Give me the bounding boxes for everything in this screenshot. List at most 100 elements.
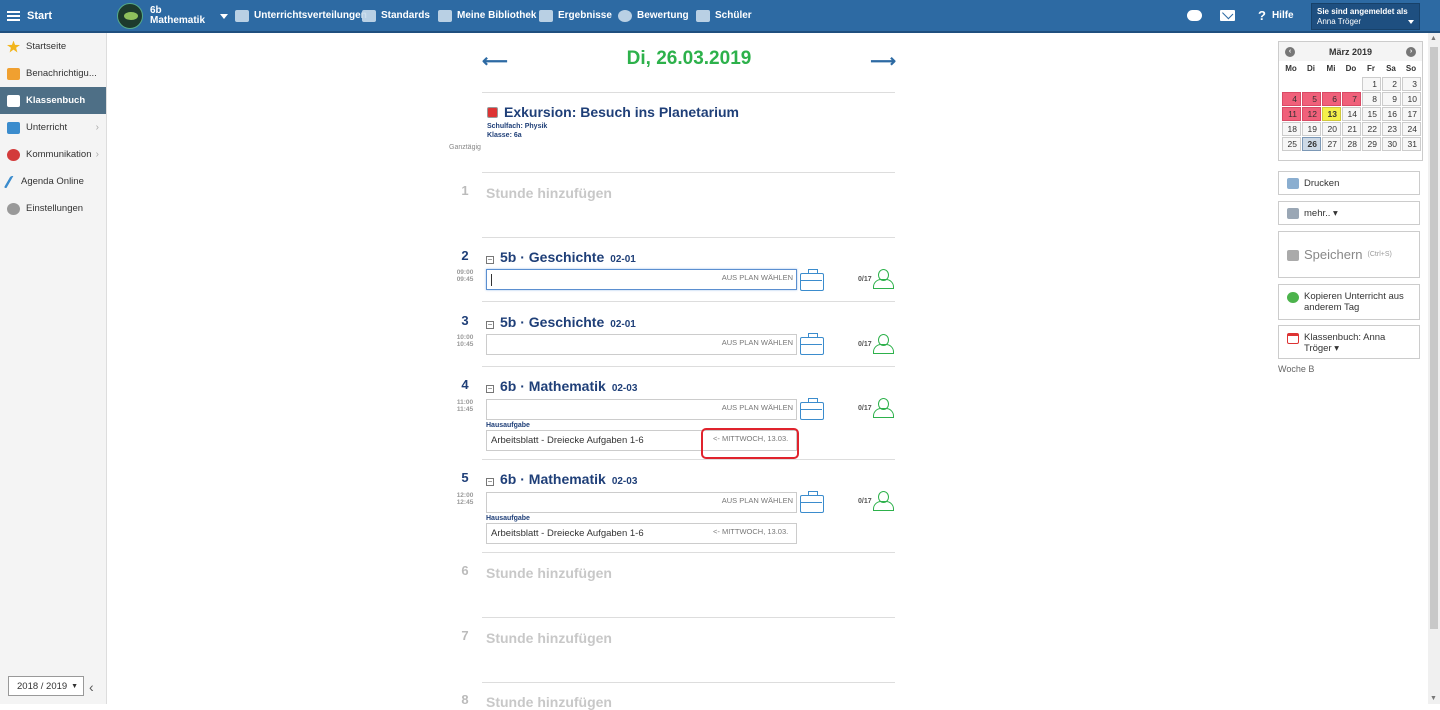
choose-from-plan-link[interactable]: AUS PLAN WÄHLEN (722, 496, 793, 505)
calendar-day[interactable]: 11 (1282, 107, 1301, 121)
lesson-topic-input[interactable]: AUS PLAN WÄHLEN (486, 492, 797, 513)
students-icon[interactable] (872, 398, 895, 418)
user-menu[interactable]: Sie sind angemeldet als Anna Tröger (1311, 3, 1420, 30)
briefcase-icon[interactable] (800, 398, 824, 420)
students-icon[interactable] (872, 269, 895, 289)
calendar-day[interactable]: 25 (1282, 137, 1301, 151)
scroll-up-icon[interactable]: ▲ (1430, 35, 1437, 42)
add-lesson-link[interactable]: Stunde hinzufügen (486, 185, 612, 201)
calendar-day[interactable]: 27 (1322, 137, 1341, 151)
calendar-day[interactable]: 14 (1342, 107, 1361, 121)
calendar-day[interactable]: 29 (1362, 137, 1381, 151)
add-lesson-link[interactable]: Stunde hinzufügen (486, 694, 612, 710)
calendar-day[interactable]: 21 (1342, 122, 1361, 136)
collapse-sidebar-icon[interactable]: ‹ (89, 679, 94, 695)
nav-schueler[interactable]: Schüler (696, 0, 752, 31)
calendar-day[interactable]: 18 (1282, 122, 1301, 136)
class-selector[interactable]: 6b Mathematik (117, 3, 229, 29)
sidebar-item-kommunikation[interactable]: Kommunikation › (0, 141, 106, 168)
calendar-day[interactable]: 15 (1362, 107, 1381, 121)
nav-ergebnisse[interactable]: Ergebnisse (539, 0, 612, 31)
collapse-toggle-icon[interactable]: − (486, 385, 494, 393)
choose-from-plan-link[interactable]: AUS PLAN WÄHLEN (722, 273, 793, 282)
calendar-day[interactable]: 2 (1382, 77, 1401, 91)
calendar-day[interactable]: 30 (1382, 137, 1401, 151)
printer-icon (1287, 178, 1299, 189)
calendar-day[interactable]: 16 (1382, 107, 1401, 121)
calendar-day[interactable]: 12 (1302, 107, 1321, 121)
add-lesson-link[interactable]: Stunde hinzufügen (486, 630, 612, 646)
scrollbar[interactable]: ▲ ▼ (1428, 33, 1440, 704)
scrollbar-thumb[interactable] (1430, 47, 1438, 629)
sidebar-item-agenda-online[interactable]: Agenda Online (0, 168, 106, 195)
calendar-day[interactable]: 1 (1362, 77, 1381, 91)
calendar-day[interactable]: 6 (1322, 92, 1341, 106)
start-menu-button[interactable]: Start (0, 0, 107, 31)
calendar-day[interactable]: 13 (1322, 107, 1341, 121)
add-lesson-link[interactable]: Stunde hinzufügen (486, 565, 612, 581)
messages-button[interactable] (1187, 0, 1202, 31)
calendar-day[interactable]: 19 (1302, 122, 1321, 136)
copy-lesson-button[interactable]: Kopieren Unterricht aus anderem Tag (1278, 284, 1420, 320)
calendar-day[interactable]: 8 (1362, 92, 1381, 106)
calendar-day[interactable]: 4 (1282, 92, 1301, 106)
sidebar-item-unterricht[interactable]: Unterricht › (0, 114, 106, 141)
nav-unterrichtsverteilungen[interactable]: Unterrichtsverteilungen (235, 0, 367, 31)
lesson-topic-input[interactable]: AUS PLAN WÄHLEN (486, 334, 797, 355)
lesson-title[interactable]: −6b · Mathematik 02-03 (486, 471, 637, 487)
homework-input[interactable]: Arbeitsblatt - Dreiecke Aufgaben 1-6 <- M… (486, 523, 797, 544)
collapse-toggle-icon[interactable]: − (486, 478, 494, 486)
lesson-title[interactable]: −5b · Geschichte 02-01 (486, 314, 636, 330)
next-month-icon[interactable]: › (1406, 47, 1416, 57)
students-icon[interactable] (872, 491, 895, 511)
calendar-day[interactable]: 22 (1362, 122, 1381, 136)
calendar-day[interactable]: 31 (1402, 137, 1421, 151)
excursion-entry[interactable]: Exkursion: Besuch ins Planetarium Schulf… (487, 104, 739, 140)
nav-standards[interactable]: Standards (362, 0, 430, 31)
classbook-owner-button[interactable]: Klassenbuch: Anna Tröger ▾ (1278, 325, 1420, 359)
choose-from-plan-link[interactable]: AUS PLAN WÄHLEN (722, 403, 793, 412)
briefcase-icon[interactable] (800, 269, 824, 291)
nav-bewertung[interactable]: Bewertung (618, 0, 689, 31)
chevron-right-icon: › (95, 122, 99, 133)
calendar-day[interactable]: 9 (1382, 92, 1401, 106)
sidebar-item-startseite[interactable]: Startseite (0, 33, 106, 60)
next-day-arrow-icon[interactable]: ⟶ (870, 51, 896, 72)
print-button[interactable]: Drucken (1278, 171, 1420, 195)
save-button[interactable]: Speichern (Ctrl+S) (1278, 231, 1420, 278)
school-year-select[interactable]: 2018 / 2019 ▼ (8, 676, 84, 696)
briefcase-icon[interactable] (800, 491, 824, 513)
students-icon[interactable] (872, 334, 895, 354)
help-button[interactable]: ? Hilfe (1258, 0, 1294, 31)
calendar-icon (1287, 333, 1299, 344)
sidebar-item-benachrichtigungen[interactable]: Benachrichtigu... (0, 60, 106, 87)
calendar-month: März 2019 (1328, 46, 1373, 57)
calendar-day[interactable]: 26 (1302, 137, 1321, 151)
calendar-day[interactable]: 3 (1402, 77, 1421, 91)
previous-month-icon[interactable]: ‹ (1285, 47, 1295, 57)
calendar-day[interactable]: 23 (1382, 122, 1401, 136)
lesson-topic-input[interactable]: AUS PLAN WÄHLEN (486, 269, 797, 290)
mail-button[interactable] (1220, 0, 1235, 31)
choose-from-plan-link[interactable]: AUS PLAN WÄHLEN (722, 338, 793, 347)
calendar-day[interactable]: 7 (1342, 92, 1361, 106)
calendar-day[interactable]: 20 (1322, 122, 1341, 136)
lesson-topic-input[interactable]: AUS PLAN WÄHLEN (486, 399, 797, 420)
collapse-toggle-icon[interactable]: − (486, 256, 494, 264)
scroll-down-icon[interactable]: ▼ (1430, 695, 1437, 702)
sidebar-item-klassenbuch[interactable]: Klassenbuch (0, 87, 106, 114)
calendar-day[interactable]: 24 (1402, 122, 1421, 136)
lesson-title[interactable]: −5b · Geschichte 02-01 (486, 249, 636, 265)
sidebar-item-einstellungen[interactable]: Einstellungen (0, 195, 106, 222)
briefcase-icon[interactable] (800, 333, 824, 355)
calendar-day[interactable]: 5 (1302, 92, 1321, 106)
collapse-toggle-icon[interactable]: − (486, 321, 494, 329)
calendar-day[interactable]: 17 (1402, 107, 1421, 121)
homework-due-date[interactable]: <- MITTWOCH, 13.03. (713, 527, 788, 536)
nav-meine-bibliothek[interactable]: Meine Bibliothek (438, 0, 536, 31)
calendar-day[interactable]: 10 (1402, 92, 1421, 106)
calendar-day[interactable]: 28 (1342, 137, 1361, 151)
more-button[interactable]: mehr.. ▾ (1278, 201, 1420, 225)
lesson-title[interactable]: −6b · Mathematik 02-03 (486, 378, 637, 394)
divider (482, 552, 895, 553)
